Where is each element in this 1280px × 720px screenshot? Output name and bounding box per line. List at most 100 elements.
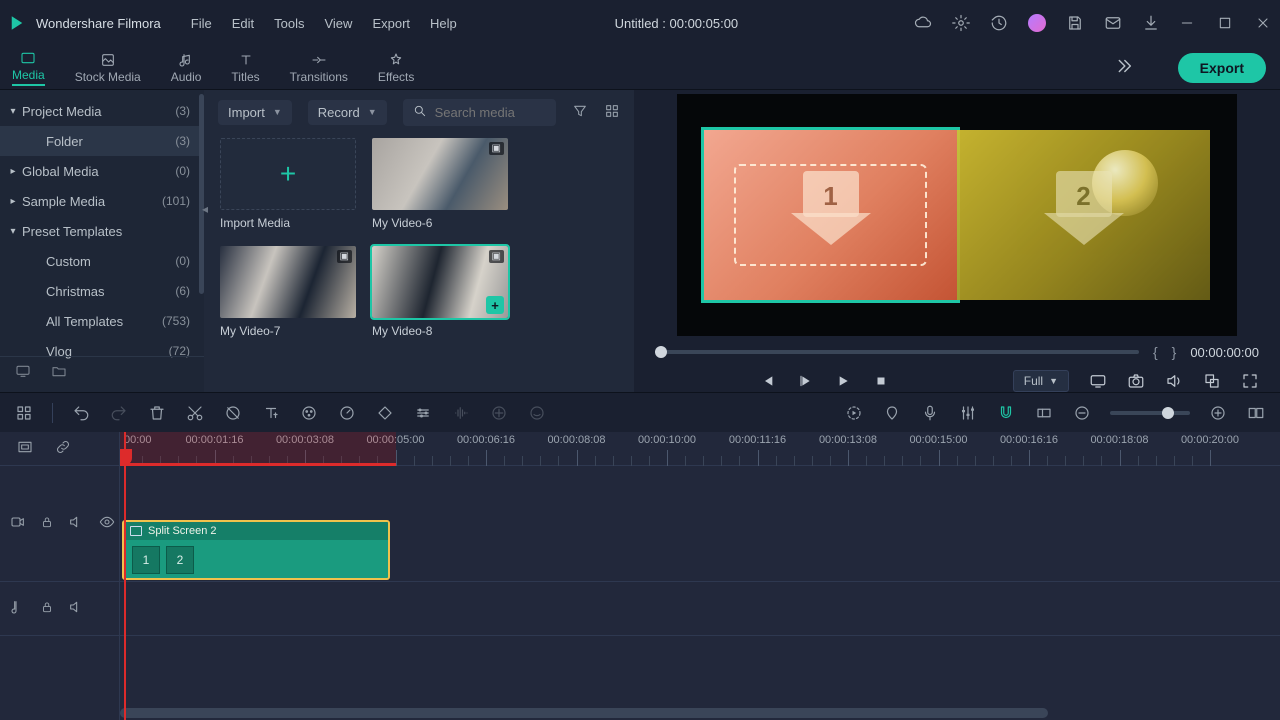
zoom-out-icon[interactable] <box>1072 403 1092 423</box>
media-clip-v6[interactable]: ▣ My Video-6 <box>372 138 508 230</box>
timeline-scrollbar[interactable] <box>120 708 1048 718</box>
adjust-icon[interactable] <box>413 403 433 423</box>
search-input[interactable] <box>435 105 546 120</box>
playhead[interactable] <box>124 432 126 720</box>
tab-effects[interactable]: Effects <box>378 52 414 84</box>
visibility-icon[interactable] <box>98 514 116 533</box>
clip-cell-2[interactable]: 2 <box>166 546 194 574</box>
enhance-icon[interactable] <box>489 403 509 423</box>
match-frame-icon[interactable] <box>16 439 34 458</box>
menu-edit[interactable]: Edit <box>232 16 254 31</box>
cloud-icon[interactable] <box>914 14 932 32</box>
media-clip-v8[interactable]: ▣ + My Video-8 <box>372 246 508 338</box>
keyframe-icon[interactable] <box>375 403 395 423</box>
audio-fx-icon[interactable] <box>451 403 471 423</box>
tracks-area[interactable]: 00:0000:00:01:1600:00:03:0800:00:05:0000… <box>120 432 1280 720</box>
tab-transitions[interactable]: Transitions <box>290 52 348 84</box>
voiceover-icon[interactable] <box>920 403 940 423</box>
magnet-snap-icon[interactable] <box>996 403 1016 423</box>
sidebar-item-preset-templates[interactable]: ▾Preset Templates <box>0 216 204 246</box>
text-tool-icon[interactable] <box>261 403 281 423</box>
user-avatar[interactable] <box>1028 14 1046 32</box>
zoom-slider-handle[interactable] <box>1162 407 1174 419</box>
ripple-icon[interactable] <box>1034 403 1054 423</box>
prev-frame-button[interactable] <box>758 372 776 390</box>
resolution-dropdown[interactable]: Full▼ <box>1013 370 1069 392</box>
link-icon[interactable] <box>54 439 72 458</box>
menu-help[interactable]: Help <box>430 16 457 31</box>
record-dropdown[interactable]: Record▼ <box>308 100 387 125</box>
audio-track-icon[interactable] <box>10 599 26 618</box>
expand-icon[interactable] <box>1241 372 1259 390</box>
clip-cell-1[interactable]: 1 <box>132 546 160 574</box>
add-to-timeline-icon[interactable]: + <box>486 296 504 314</box>
menu-view[interactable]: View <box>324 16 352 31</box>
zoom-fit-icon[interactable] <box>1246 403 1266 423</box>
mute-icon[interactable] <box>68 599 84 618</box>
lock-icon[interactable] <box>40 599 54 618</box>
sidebar-item-christmas[interactable]: Christmas(6) <box>0 276 204 306</box>
scrub-bar[interactable] <box>655 350 1139 354</box>
sidebar-item-sample-media[interactable]: ▸Sample Media(101) <box>0 186 204 216</box>
split-pane-1[interactable]: 1 <box>704 130 957 300</box>
audio-track[interactable] <box>120 582 1280 636</box>
import-media-tile[interactable]: + Import Media <box>220 138 356 230</box>
download-icon[interactable] <box>1142 14 1160 32</box>
sidebar-item-folder[interactable]: Folder(3) <box>0 126 204 156</box>
maximize-icon[interactable] <box>1216 14 1234 32</box>
preview-monitor[interactable]: 1 2 <box>677 94 1237 336</box>
media-clip-v7[interactable]: ▣ My Video-7 <box>220 246 356 338</box>
mask-icon[interactable] <box>527 403 547 423</box>
cut-button[interactable] <box>185 403 205 423</box>
mark-in-button[interactable]: { <box>1153 344 1158 360</box>
render-icon[interactable] <box>844 403 864 423</box>
undo-button[interactable] <box>71 403 91 423</box>
grid-view-icon[interactable] <box>604 103 620 122</box>
tab-titles[interactable]: Titles <box>231 52 259 84</box>
sidebar-item-custom[interactable]: Custom(0) <box>0 246 204 276</box>
more-tabs-icon[interactable] <box>1112 55 1134 80</box>
settings-gear-icon[interactable] <box>952 14 970 32</box>
export-button[interactable]: Export <box>1178 53 1266 83</box>
video-track-icon[interactable] <box>10 514 26 533</box>
sidebar-item-project-media[interactable]: ▾Project Media(3) <box>0 96 204 126</box>
mute-icon[interactable] <box>68 514 84 533</box>
volume-icon[interactable] <box>1165 372 1183 390</box>
layout-icon[interactable] <box>14 403 34 423</box>
crop-icon[interactable] <box>223 403 243 423</box>
menu-file[interactable]: File <box>191 16 212 31</box>
zoom-in-icon[interactable] <box>1208 403 1228 423</box>
stop-button[interactable] <box>872 372 890 390</box>
close-icon[interactable] <box>1254 14 1272 32</box>
lock-icon[interactable] <box>40 514 54 533</box>
sidebar-item-global-media[interactable]: ▸Global Media(0) <box>0 156 204 186</box>
snapshot-icon[interactable] <box>1127 372 1145 390</box>
split-pane-2[interactable]: 2 <box>957 130 1210 300</box>
mail-icon[interactable] <box>1104 14 1122 32</box>
mixer-icon[interactable] <box>958 403 978 423</box>
play-reverse-button[interactable] <box>796 372 814 390</box>
new-folder-icon[interactable] <box>50 363 68 382</box>
menu-export[interactable]: Export <box>372 16 410 31</box>
save-icon[interactable] <box>1066 14 1084 32</box>
play-button[interactable] <box>834 372 852 390</box>
zoom-slider[interactable] <box>1110 411 1190 415</box>
display-icon[interactable] <box>1089 372 1107 390</box>
marker-icon[interactable] <box>882 403 902 423</box>
sidebar-item-all-templates[interactable]: All Templates(753) <box>0 306 204 336</box>
detach-preview-icon[interactable] <box>1203 372 1221 390</box>
menu-tools[interactable]: Tools <box>274 16 304 31</box>
video-track[interactable]: Split Screen 2 1 2 <box>120 466 1280 582</box>
tab-audio[interactable]: Audio <box>171 52 202 84</box>
history-icon[interactable] <box>990 14 1008 32</box>
mark-out-button[interactable]: } <box>1172 344 1177 360</box>
import-dropdown[interactable]: Import▼ <box>218 100 292 125</box>
color-tool-icon[interactable] <box>299 403 319 423</box>
speed-tool-icon[interactable] <box>337 403 357 423</box>
time-ruler[interactable]: 00:0000:00:01:1600:00:03:0800:00:05:0000… <box>120 432 1280 466</box>
delete-button[interactable] <box>147 403 167 423</box>
tab-stock-media[interactable]: Stock Media <box>75 52 141 84</box>
tab-media[interactable]: Media <box>12 50 45 86</box>
minimize-icon[interactable] <box>1178 14 1196 32</box>
collapse-left-icon[interactable]: ◂ <box>202 202 208 216</box>
